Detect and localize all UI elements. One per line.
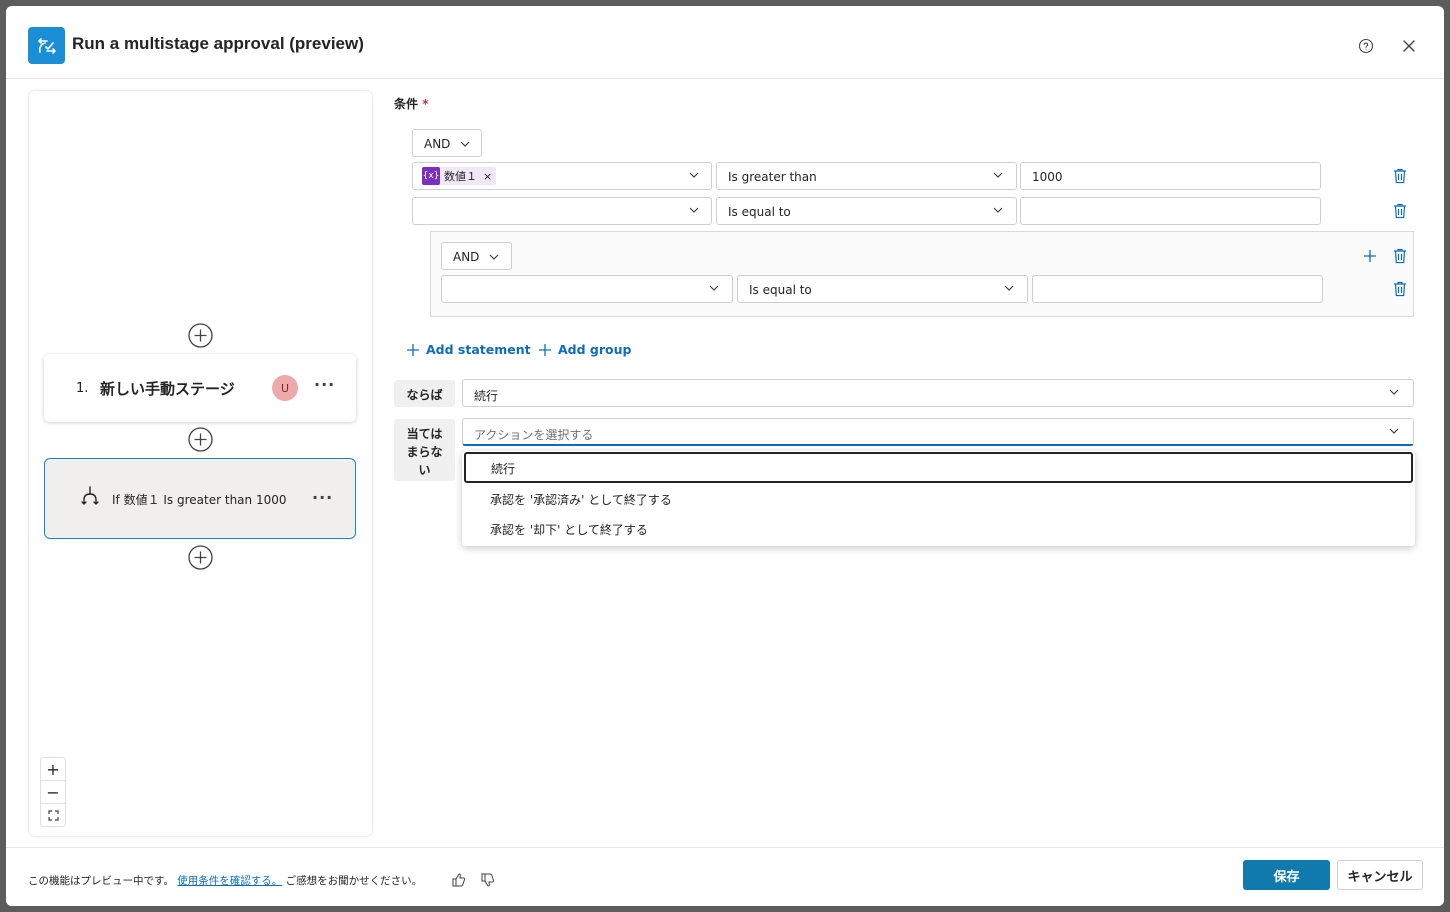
row1-field-select[interactable]: {x} 数値１ × — [412, 162, 712, 190]
then-label: ならば — [394, 380, 455, 407]
delete-group-icon[interactable] — [1393, 248, 1407, 264]
group-and-operator[interactable]: AND — [441, 242, 512, 270]
close-icon[interactable] — [1399, 36, 1419, 56]
remove-chip-icon[interactable]: × — [483, 170, 492, 183]
conditions-label: 条件 * — [394, 97, 429, 111]
thumbs-down-icon[interactable] — [481, 873, 495, 887]
row1-value-input[interactable]: 1000 — [1020, 162, 1321, 190]
cancel-button[interactable]: キャンセル — [1337, 860, 1423, 890]
condition-more-button[interactable]: ··· — [312, 488, 333, 507]
add-stage-middle-icon[interactable] — [188, 427, 213, 452]
save-button[interactable]: 保存 — [1243, 860, 1330, 890]
row2-value-input[interactable] — [1020, 197, 1321, 225]
chevron-down-icon — [709, 285, 719, 291]
delete-row2-icon[interactable] — [1393, 203, 1407, 219]
option-end-approved[interactable]: 承認を '承認済み' として終了する — [462, 483, 1415, 513]
dialog-title: Run a multistage approval (preview) — [72, 34, 364, 53]
group-row-value-input[interactable] — [1032, 275, 1323, 303]
condition-summary: If 数値１ Is greater than 1000 — [112, 493, 287, 507]
add-statement-button[interactable]: Add statement — [406, 342, 531, 357]
stage-more-button[interactable]: ··· — [314, 375, 335, 394]
chevron-down-icon — [689, 172, 699, 178]
else-label: 当てはまらない — [394, 419, 455, 481]
preview-notice: この機能はプレビュー中です。 使用条件を確認する。 ご感想をお聞かせください。 — [28, 875, 423, 887]
variable-chip: {x} 数値１ × — [422, 167, 497, 185]
help-icon[interactable] — [1356, 36, 1376, 56]
add-stage-bottom-icon[interactable] — [188, 545, 213, 570]
root-and-operator[interactable]: AND — [412, 129, 482, 157]
chevron-down-icon — [993, 207, 1003, 213]
delete-row1-icon[interactable] — [1393, 168, 1407, 184]
stage-card[interactable]: 1. 新しい手動ステージ U ··· — [44, 354, 356, 422]
delete-group-row-icon[interactable] — [1393, 281, 1407, 297]
add-icon — [539, 343, 551, 356]
avatar: U — [272, 375, 298, 401]
add-group-button[interactable]: Add group — [538, 342, 631, 357]
add-stage-top-icon[interactable] — [188, 323, 213, 348]
fit-view-button[interactable] — [40, 803, 66, 827]
dialog-header: Run a multistage approval (preview) — [6, 6, 1444, 79]
stage-name: 新しい手動ステージ — [100, 380, 235, 398]
group-row-field-select[interactable] — [441, 275, 733, 303]
row1-operator-select[interactable]: Is greater than — [716, 162, 1017, 190]
stage-number: 1. — [76, 381, 89, 396]
else-action-select[interactable]: アクションを選択する — [462, 418, 1414, 446]
dialog-footer: この機能はプレビュー中です。 使用条件を確認する。 ご感想をお聞かせください。 … — [6, 847, 1444, 906]
row2-operator-select[interactable]: Is equal to — [716, 197, 1017, 225]
branch-icon — [81, 486, 99, 505]
condition-card[interactable]: If 数値１ Is greater than 1000 ··· — [44, 458, 356, 539]
group-add-icon[interactable] — [1363, 249, 1377, 263]
chevron-down-icon — [689, 207, 699, 213]
flow-canvas: 1. 新しい手動ステージ U ··· If 数値１ Is greater tha… — [29, 91, 372, 836]
condition-group: AND Is equal to — [430, 231, 1414, 317]
chevron-up-icon — [1389, 428, 1399, 434]
approval-icon — [28, 27, 65, 64]
thumbs-up-icon[interactable] — [452, 873, 466, 887]
terms-link[interactable]: 使用条件を確認する。 — [177, 875, 282, 887]
chevron-down-icon — [460, 141, 470, 147]
add-icon — [407, 343, 419, 356]
option-continue[interactable]: 続行 — [464, 452, 1413, 483]
variable-icon: {x} — [422, 167, 440, 185]
approval-dialog: Run a multistage approval (preview) 1. 新… — [6, 6, 1444, 906]
zoom-out-button[interactable]: − — [40, 780, 66, 804]
chevron-down-icon — [993, 172, 1003, 178]
zoom-in-button[interactable]: + — [40, 757, 66, 781]
chevron-down-icon — [1004, 285, 1014, 291]
chevron-down-icon — [1389, 389, 1399, 395]
then-action-select[interactable]: 続行 — [462, 379, 1414, 407]
option-end-rejected[interactable]: 承認を '却下' として終了する — [462, 513, 1415, 543]
chevron-down-icon — [489, 254, 499, 260]
row2-field-select[interactable] — [412, 197, 712, 225]
group-row-operator-select[interactable]: Is equal to — [737, 275, 1028, 303]
else-action-dropdown: 続行 承認を '承認済み' として終了する 承認を '却下' として終了する — [462, 451, 1415, 546]
